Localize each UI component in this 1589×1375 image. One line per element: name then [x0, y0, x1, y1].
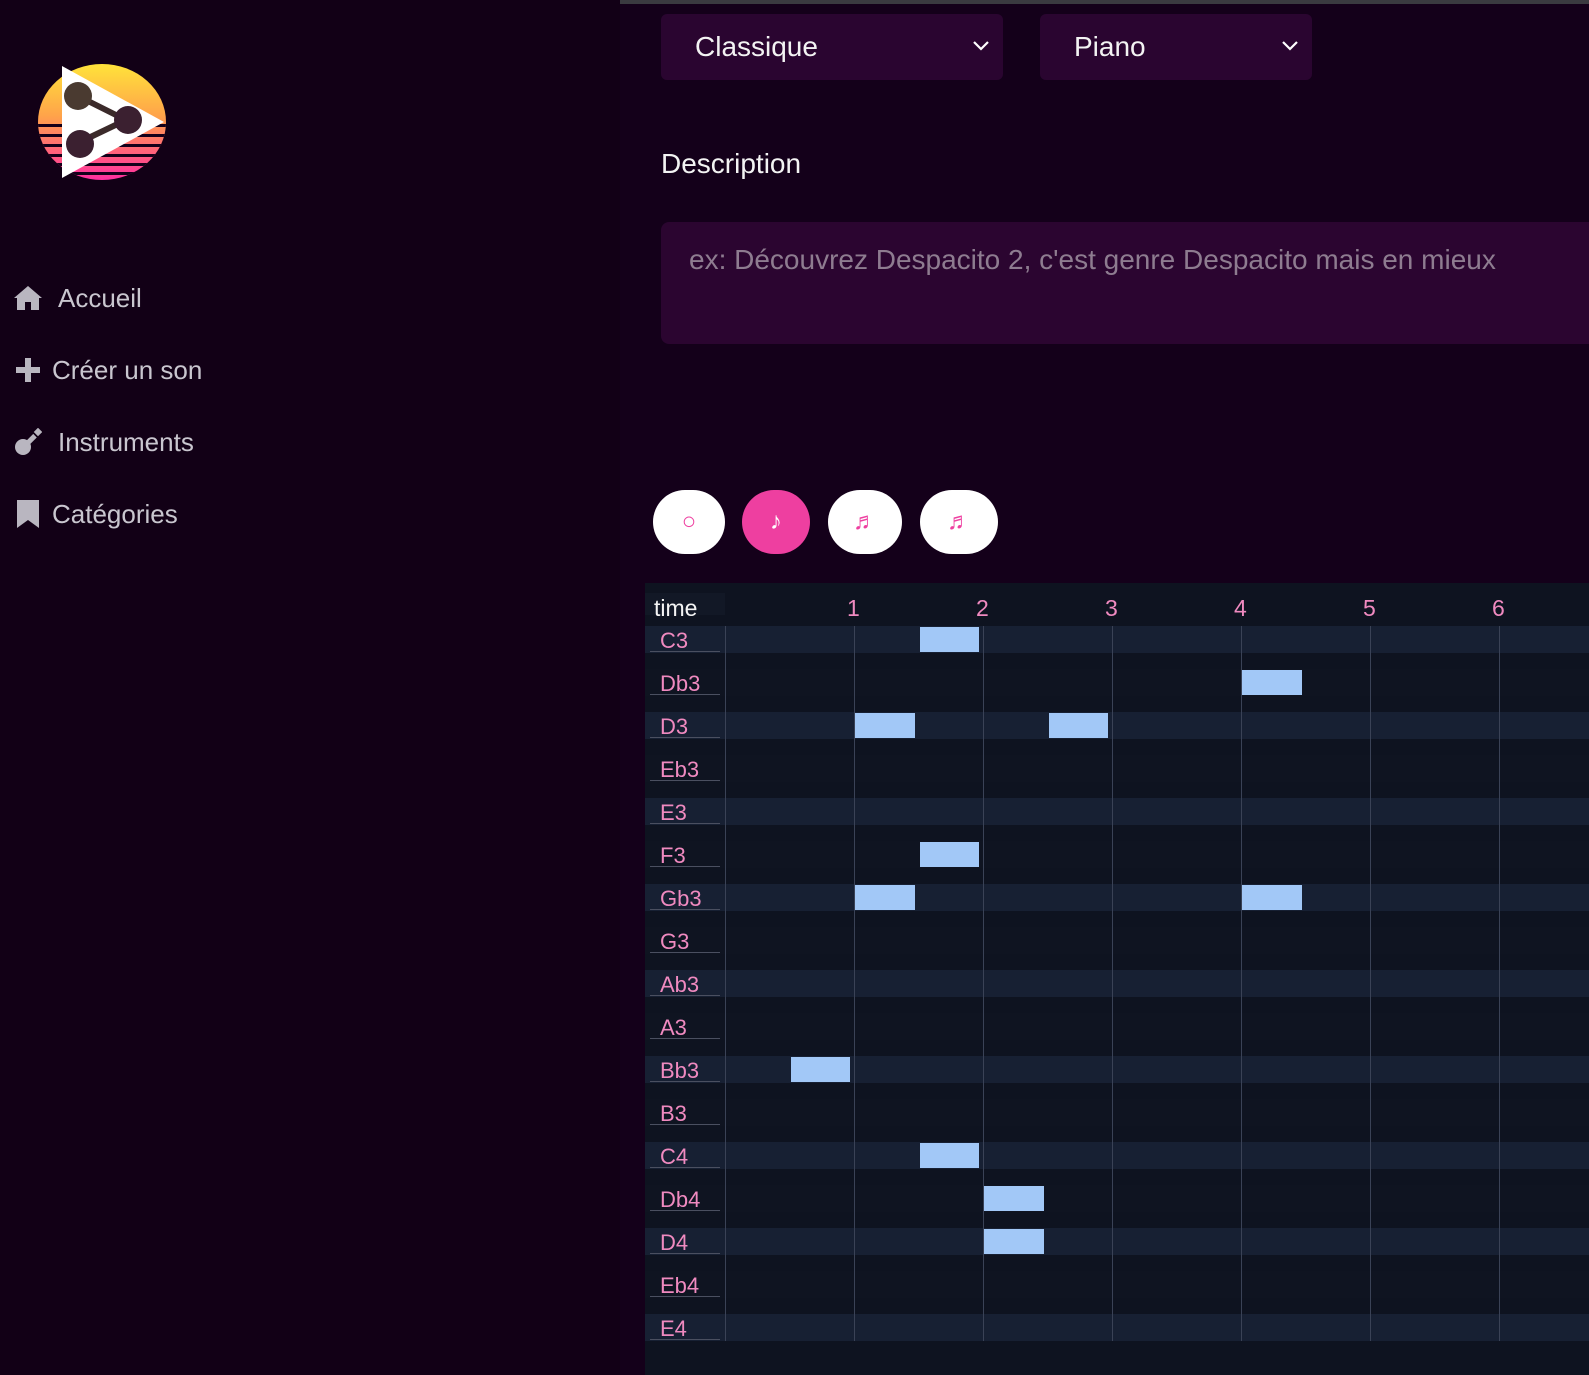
beat-label: 2 [976, 595, 989, 621]
label-underline [650, 736, 720, 738]
label-underline [650, 650, 720, 652]
beamed-notes-icon: ♬ [947, 508, 971, 535]
note-block-d3[interactable] [855, 712, 915, 738]
note-block-c3[interactable] [919, 626, 979, 652]
nav-item-instruments[interactable]: Instruments [12, 424, 194, 460]
plus-icon [12, 354, 44, 386]
note-block-db3[interactable] [1242, 669, 1302, 695]
note-block-d4[interactable] [984, 1228, 1044, 1254]
bookmark-icon [12, 498, 44, 530]
beamed-notes-button[interactable]: ♬ [920, 490, 998, 554]
note-row-ab3[interactable] [645, 969, 1589, 997]
beat-gridline [1241, 625, 1242, 1341]
note-row-eb4[interactable] [645, 1270, 1589, 1298]
label-underline [650, 779, 720, 781]
label-underline [650, 693, 720, 695]
label-underline [650, 822, 720, 824]
note-row-eb3[interactable] [645, 754, 1589, 782]
whole-note-icon: ○ [681, 508, 697, 535]
note-block-bb3[interactable] [790, 1056, 850, 1082]
sequencer-grid[interactable]: time C3 Db3 D3 Eb3 E3 F3 Gb3 G3 Ab3 A3 Bb3 B3 C4 Db4 D… [645, 583, 1589, 1375]
beat-label: 6 [1492, 595, 1505, 621]
label-underline [650, 908, 720, 910]
note-row-f3[interactable] [645, 840, 1589, 868]
label-underline [650, 1080, 720, 1082]
description-textarea[interactable]: ex: Découvrez Despacito 2, c'est genre D… [661, 222, 1589, 344]
nav-item-creer-un-son[interactable]: Créer un son [12, 352, 202, 388]
nav-item-accueil[interactable]: Accueil [12, 280, 142, 316]
beat-gridline [725, 625, 726, 1341]
label-underline [650, 865, 720, 867]
label-underline [650, 1166, 720, 1168]
nav-label: Créer un son [52, 354, 203, 385]
note-row-c4[interactable] [645, 1141, 1589, 1169]
note-row-d4[interactable] [645, 1227, 1589, 1255]
nav-item-categories[interactable]: Catégories [12, 496, 178, 532]
nav-label: Accueil [58, 282, 142, 313]
instrument-select-value: Piano [1074, 31, 1146, 62]
label-underline [650, 1338, 720, 1340]
note-row-db3[interactable] [645, 668, 1589, 696]
whole-note-button[interactable]: ○ [653, 490, 725, 554]
label-underline [650, 1252, 720, 1254]
category-select[interactable]: Classique [661, 14, 1003, 80]
chevron-down-icon [1282, 41, 1298, 51]
instrument-select[interactable]: Piano [1040, 14, 1312, 80]
note-row-c3[interactable] [645, 625, 1589, 653]
time-label: time [654, 595, 698, 621]
beat-label: 3 [1105, 595, 1118, 621]
chevron-down-icon [973, 41, 989, 51]
description-label: Description [661, 148, 802, 179]
eighth-note-icon: ♪ [770, 508, 782, 535]
note-row-db4[interactable] [645, 1184, 1589, 1212]
beat-gridline [1370, 625, 1371, 1341]
note-row-d3[interactable] [645, 711, 1589, 739]
note-block-d3[interactable] [1048, 712, 1108, 738]
note-row-gb3[interactable] [645, 883, 1589, 911]
beat-label: 1 [847, 595, 860, 621]
label-underline [650, 951, 720, 953]
note-block-db4[interactable] [984, 1185, 1044, 1211]
app-logo[interactable] [34, 62, 170, 182]
label-underline [650, 994, 720, 996]
note-row-e4[interactable] [645, 1313, 1589, 1341]
beat-label: 5 [1363, 595, 1376, 621]
note-block-c4[interactable] [919, 1142, 979, 1168]
note-row-bb3[interactable] [645, 1055, 1589, 1083]
description-placeholder: ex: Découvrez Despacito 2, c'est genre D… [689, 244, 1496, 275]
note-row-e3[interactable] [645, 797, 1589, 825]
note-row-g3[interactable] [645, 926, 1589, 954]
category-select-value: Classique [695, 31, 818, 62]
beat-gridline [1499, 625, 1500, 1341]
note-block-gb3[interactable] [855, 884, 915, 910]
label-underline [650, 1037, 720, 1039]
nav-label: Instruments [58, 426, 194, 457]
note-row-b3[interactable] [645, 1098, 1589, 1126]
nav-label: Catégories [52, 498, 178, 529]
guitar-icon [12, 426, 44, 458]
beamed-sixteenth-button[interactable]: ♬ [828, 490, 902, 554]
label-underline [650, 1295, 720, 1297]
label-underline [650, 1209, 720, 1211]
beamed-sixteenth-icon: ♬ [853, 508, 877, 535]
sidebar: Accueil Créer un son Instruments Catégor… [0, 0, 620, 1375]
home-icon [12, 282, 44, 314]
beat-gridline [1112, 625, 1113, 1341]
beat-label: 4 [1234, 595, 1247, 621]
note-block-gb3[interactable] [1242, 884, 1302, 910]
note-row-a3[interactable] [645, 1012, 1589, 1040]
eighth-note-button[interactable]: ♪ [742, 490, 810, 554]
label-underline [650, 1123, 720, 1125]
note-block-f3[interactable] [919, 841, 979, 867]
